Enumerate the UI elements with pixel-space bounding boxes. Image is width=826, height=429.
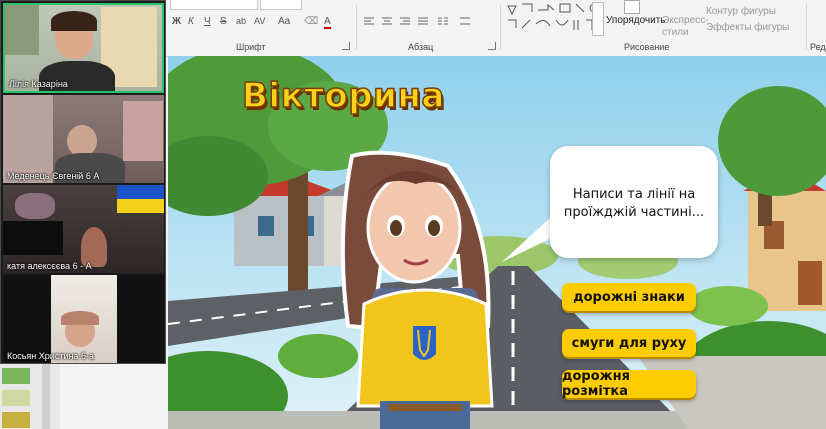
person-hair	[51, 11, 97, 31]
shapes-gallery[interactable]	[504, 2, 604, 34]
font-color-button[interactable]: A	[324, 16, 331, 29]
person-hair	[61, 311, 99, 325]
change-case-button[interactable]: Aa	[278, 16, 290, 27]
participant-name: Косьян Христина 6-а	[7, 351, 94, 361]
question-text: Написи та лінії на проїжджій частині...	[563, 187, 705, 220]
answer-button-3[interactable]: дорожня розмітка	[562, 369, 696, 399]
participant-tile-3[interactable]: катя алексєєва 6 - А	[3, 185, 164, 273]
paragraph-group-label: Абзац	[408, 42, 434, 52]
drawing-group-label: Рисование	[624, 42, 670, 52]
door	[3, 95, 53, 183]
flag-yellow	[117, 199, 164, 213]
monitor	[3, 221, 63, 255]
video-call-panel: Лілія Казаріна Меденець Євгеній 6 А катя…	[0, 0, 166, 364]
thumbnail-scrollbar[interactable]	[42, 364, 50, 429]
slide-thumbnail[interactable]	[2, 390, 30, 406]
strikethrough-button[interactable]: S	[220, 16, 227, 27]
participant-tile-2[interactable]: Меденець Євгеній 6 А	[3, 95, 164, 183]
quiz-title: Вікторина	[241, 75, 445, 117]
speech-bubble: Написи та лінії на проїжджій частині...	[550, 146, 718, 258]
clear-format-icon[interactable]: ⌫	[304, 16, 318, 27]
italic-button[interactable]: К	[188, 16, 194, 27]
answer-button-1[interactable]: дорожні знаки	[562, 283, 696, 311]
font-group: Ж К Ч S ab AV Aa ⌫ A Шрифт	[166, 0, 352, 56]
slide-canvas: Вікторина Написи та лінії на проїжджій ч…	[168, 56, 826, 429]
slide-thumbnails	[0, 364, 60, 429]
shapes-gallery-scroll[interactable]	[592, 2, 604, 36]
paragraph-align-icons[interactable]	[364, 16, 494, 28]
plush-toy	[15, 193, 55, 219]
paragraph-group: Абзац	[358, 0, 498, 56]
slide-thumbnail[interactable]	[2, 412, 30, 428]
ribbon-separator	[356, 4, 357, 50]
flag-blue	[117, 185, 164, 199]
font-group-label: Шрифт	[236, 42, 266, 52]
bold-button[interactable]: Ж	[172, 16, 181, 27]
ribbon-separator	[806, 4, 807, 50]
font-dialog-launcher-icon[interactable]	[342, 42, 350, 50]
quick-styles-button[interactable]: Экспресс-стили	[662, 15, 709, 39]
arrange-icon	[624, 0, 640, 14]
participant-tile-4[interactable]: Косьян Христина 6-а	[3, 275, 164, 363]
participant-tile-1[interactable]: Лілія Казаріна	[3, 3, 164, 93]
curtain	[123, 101, 163, 161]
char-spacing-button[interactable]: AV	[254, 16, 265, 26]
shape-effects-button[interactable]: Эффекты фигуры	[706, 22, 789, 33]
font-size-dropdown[interactable]	[260, 0, 302, 10]
underline-button[interactable]: Ч	[204, 16, 211, 27]
answer-button-2[interactable]: смуги для руху	[562, 329, 696, 357]
participant-name: Меденець Євгеній 6 А	[7, 171, 100, 181]
arrange-button[interactable]: Упорядочить	[606, 15, 666, 26]
participant-name: катя алексєєва 6 - А	[7, 261, 92, 271]
ribbon-separator	[500, 4, 501, 50]
participant-name: Лілія Казаріна	[9, 79, 68, 89]
shape-outline-button[interactable]: Контур фигуры	[706, 6, 776, 17]
wall-board	[5, 5, 39, 55]
slide-thumbnail[interactable]	[2, 368, 30, 384]
edit-group-label: Ред	[810, 42, 826, 52]
font-name-dropdown[interactable]	[170, 0, 258, 10]
drawing-group: Упорядочить Экспресс-стили Контур фигуры…	[502, 0, 802, 56]
shadow-button[interactable]: ab	[236, 16, 246, 26]
paragraph-dialog-launcher-icon[interactable]	[488, 42, 496, 50]
